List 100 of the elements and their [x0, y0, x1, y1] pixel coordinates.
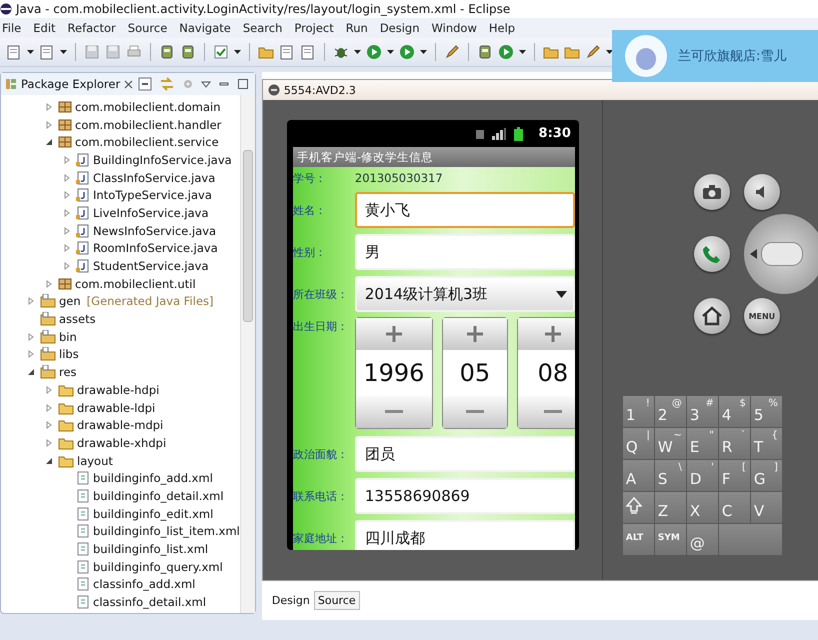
expanded-arrow-icon[interactable] — [27, 368, 35, 376]
keyboard-key[interactable]: Z — [654, 492, 686, 523]
class-dropdown[interactable]: 2014级计算机3班 — [354, 276, 575, 312]
tree-item[interactable]: buildinginfo_query.xml — [93, 560, 223, 574]
keyboard-key[interactable]: G ] — [750, 460, 782, 491]
collapsed-arrow-icon[interactable] — [45, 280, 53, 288]
dropdown-caret-icon[interactable] — [606, 50, 613, 54]
volume-button[interactable] — [744, 174, 780, 210]
keyboard-key[interactable]: Q | — [622, 428, 654, 459]
minus-icon[interactable] — [384, 410, 403, 414]
plus-icon[interactable] — [544, 325, 562, 343]
plus-icon[interactable] — [466, 325, 484, 343]
keyboard-key[interactable]: 5 % — [750, 396, 782, 427]
collapsed-arrow-icon[interactable] — [63, 156, 71, 164]
tree-item[interactable]: drawable-mdpi — [77, 418, 164, 432]
tree-item[interactable]: buildinginfo_detail.xml — [93, 488, 224, 503]
tree-item[interactable]: BuildingInfoService.java — [93, 152, 232, 167]
tree-item[interactable]: classinfo_add.xml — [93, 577, 196, 592]
expanded-arrow-icon[interactable] — [45, 138, 53, 146]
camera-button[interactable] — [694, 174, 730, 210]
tree-item[interactable]: buildinginfo_list.xml — [93, 542, 208, 556]
view-menu-icon[interactable] — [200, 80, 211, 88]
tree-item[interactable]: buildinginfo_edit.xml — [93, 506, 214, 521]
play-icon[interactable] — [399, 44, 415, 60]
link-arrows-icon[interactable] — [158, 77, 175, 91]
keyboard-key[interactable]: 3 # — [686, 396, 718, 427]
menu-item[interactable]: Navigate — [179, 21, 231, 35]
keyboard-key[interactable]: D ' — [686, 460, 718, 491]
menu-button[interactable]: MENU — [744, 298, 780, 334]
number-picker[interactable]: 1996 — [354, 317, 433, 429]
input-field[interactable]: 团员 — [354, 436, 575, 472]
page-icon[interactable] — [6, 44, 22, 60]
collapse-all-icon[interactable] — [138, 77, 152, 91]
menu-item[interactable]: Window — [432, 21, 477, 35]
tree-item[interactable]: com.mobileclient.handler — [75, 118, 222, 132]
play-icon[interactable] — [366, 44, 382, 60]
collapsed-arrow-icon[interactable] — [63, 191, 71, 200]
collapsed-arrow-icon[interactable] — [63, 208, 71, 217]
dropdown-caret-icon[interactable] — [354, 50, 361, 54]
tree-item[interactable]: drawable-ldpi — [77, 400, 156, 415]
input-field[interactable]: 黄小飞 — [354, 192, 575, 228]
play-icon[interactable] — [498, 44, 514, 60]
page-icon[interactable] — [279, 44, 295, 60]
floppy-icon[interactable] — [105, 44, 121, 60]
pen-icon[interactable] — [585, 44, 601, 60]
box-icon[interactable] — [159, 44, 175, 60]
minus-icon[interactable] — [466, 410, 484, 414]
keyboard-key[interactable]: E " — [686, 428, 718, 459]
tree-item[interactable]: com.mobileclient.domain — [75, 100, 221, 114]
tree-item[interactable]: gen — [59, 294, 81, 308]
tree-item[interactable]: drawable-xhdpi — [77, 436, 166, 450]
shift-key[interactable] — [622, 492, 654, 523]
collapsed-arrow-icon[interactable] — [45, 421, 53, 430]
tree-item[interactable]: StudentService.java — [93, 259, 209, 274]
dropdown-caret-icon[interactable] — [234, 50, 241, 54]
box-icon[interactable] — [180, 44, 196, 60]
plus-icon[interactable] — [384, 325, 403, 343]
dropdown-caret-icon[interactable] — [387, 50, 394, 54]
collapsed-arrow-icon[interactable] — [45, 102, 53, 111]
menu-item[interactable]: Project — [294, 21, 334, 35]
expanded-arrow-icon[interactable] — [45, 456, 53, 465]
number-picker[interactable]: 08 — [516, 317, 575, 429]
input-field[interactable]: 13558690869 — [354, 478, 575, 514]
menu-item[interactable]: Run — [346, 21, 368, 35]
collapsed-arrow-icon[interactable] — [63, 174, 71, 182]
menu-item[interactable]: Search — [242, 21, 282, 35]
dpad-center-button[interactable] — [760, 242, 803, 266]
call-button[interactable] — [694, 236, 730, 272]
keyboard-key[interactable]: @ — [686, 524, 718, 555]
check-icon[interactable] — [213, 44, 229, 60]
keyboard-key[interactable]: W ~ — [654, 428, 686, 459]
tree-item[interactable]: buildinginfo_add.xml — [93, 471, 213, 486]
floppy-icon[interactable] — [84, 44, 100, 60]
input-field[interactable]: 四川成都 — [354, 520, 575, 550]
keyboard-key[interactable]: T { — [750, 428, 782, 459]
keyboard-key[interactable]: F [ — [718, 460, 750, 491]
keyboard-key[interactable]: S \ — [654, 460, 686, 491]
menu-item[interactable]: Refactor — [68, 21, 116, 35]
tree-item[interactable]: classinfo_detail.xml — [93, 595, 206, 610]
keyboard-key[interactable]: 2 @ — [654, 396, 686, 427]
tree-item[interactable]: libs — [59, 347, 79, 362]
tree-item[interactable]: com.mobileclient.util — [75, 276, 196, 291]
menu-item[interactable]: Help — [488, 21, 516, 35]
menu-item[interactable]: Source — [128, 21, 168, 35]
keyboard-key[interactable]: X — [686, 492, 718, 523]
tree-item[interactable]: drawable-hdpi — [77, 382, 160, 397]
keyboard-key[interactable]: R ` — [718, 428, 750, 459]
collapsed-arrow-icon[interactable] — [27, 332, 35, 341]
tree-item[interactable]: bin — [59, 330, 77, 344]
keyboard-key[interactable]: 4 $ — [718, 396, 750, 427]
editor-tab[interactable]: Source — [314, 591, 360, 610]
keyboard-key[interactable]: SYM — [654, 524, 686, 555]
collapsed-arrow-icon[interactable] — [63, 244, 71, 252]
dropdown-caret-icon[interactable] — [27, 50, 34, 54]
collapsed-arrow-icon[interactable] — [63, 226, 71, 235]
collapsed-arrow-icon[interactable] — [45, 404, 53, 412]
collapsed-arrow-icon[interactable] — [45, 120, 53, 129]
dropdown-caret-icon[interactable] — [420, 50, 427, 54]
menu-item[interactable]: Design — [380, 21, 420, 35]
dropdown-caret-icon[interactable] — [519, 50, 526, 54]
